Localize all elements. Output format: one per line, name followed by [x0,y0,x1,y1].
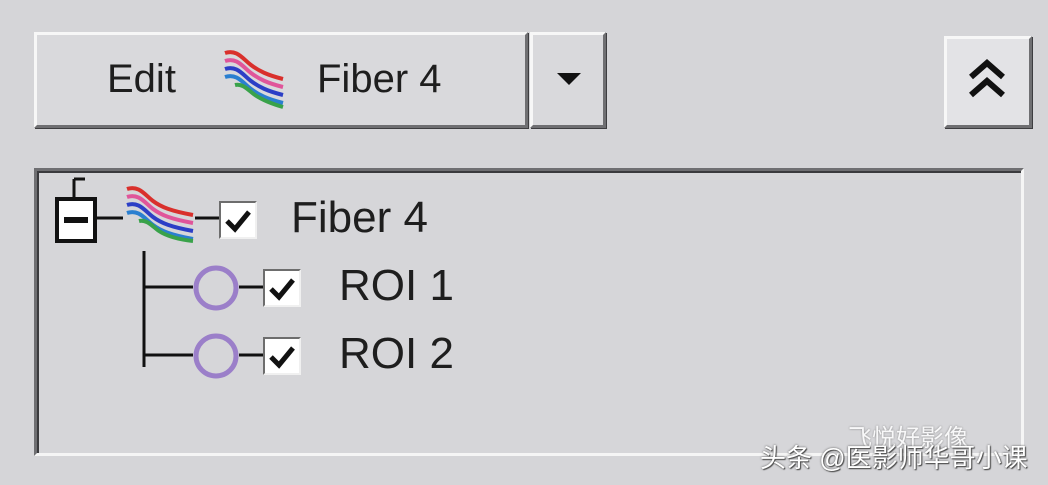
roi-circle-icon [193,265,239,311]
checkmark-icon [269,278,295,301]
tree-root-label[interactable]: Fiber 4 [291,193,428,243]
chevron-down-icon [557,73,581,85]
checkmark-icon [225,210,251,233]
fiber-visibility-checkbox[interactable] [219,201,257,239]
roi-circle-icon [193,333,239,379]
collapse-minus-icon[interactable] [55,197,97,243]
fiber-bundle-icon [224,50,284,109]
roi-1-visibility-checkbox[interactable] [263,269,301,307]
tree-child-label[interactable]: ROI 1 [339,261,454,311]
toggle-connector [95,216,123,220]
fiber-edit-panel: Edit Fiber 4 Fiber 4 ROI 1 ROI 2 飞悦好影像 头… [0,0,1048,485]
fiber-bundle-icon [126,186,194,243]
fiber-tree-view: Fiber 4 ROI 1 ROI 2 [34,168,1024,456]
fiber-dropdown-button[interactable] [530,32,606,128]
tree-child-label[interactable]: ROI 2 [339,329,454,379]
watermark-text: 头条 @医影师华哥小课 [760,443,1028,473]
roi-2-visibility-checkbox[interactable] [263,337,301,375]
checkmark-icon [269,346,295,369]
double-chevron-up-icon [969,59,1005,98]
collapse-panel-button[interactable] [944,36,1032,128]
edit-label: Edit [107,57,176,101]
edit-fiber-button[interactable]: Edit Fiber 4 [34,32,528,128]
edit-fiber-name: Fiber 4 [317,57,442,101]
